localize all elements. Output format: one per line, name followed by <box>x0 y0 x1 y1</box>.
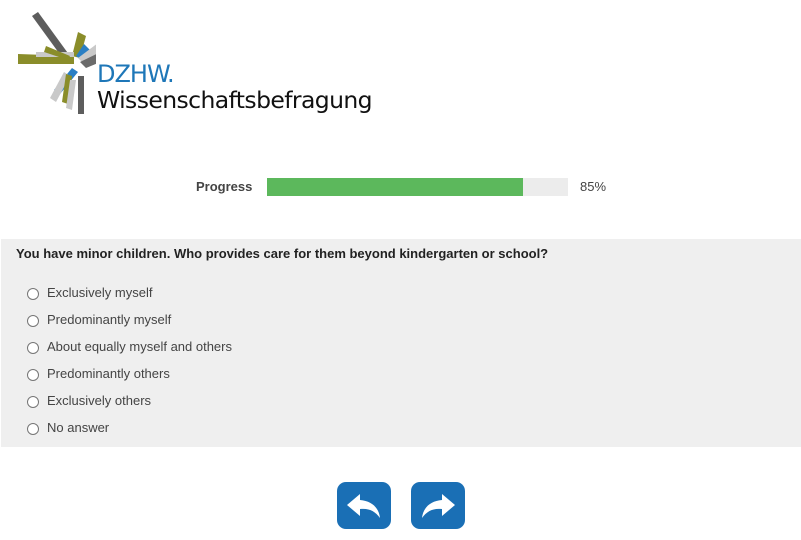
radio-button[interactable] <box>27 341 39 354</box>
option-label: Exclusively others <box>47 393 152 408</box>
radio-button[interactable] <box>27 395 39 408</box>
progress-section: Progress 85% <box>0 176 801 198</box>
option-no-answer[interactable]: No answer <box>27 414 232 441</box>
question-panel: You have minor children. Who provides ca… <box>1 239 801 447</box>
radio-button[interactable] <box>27 287 39 300</box>
option-label: Predominantly others <box>47 366 170 381</box>
option-label: Predominantly myself <box>47 312 172 327</box>
logo-burst-icon <box>18 12 96 114</box>
option-label: Exclusively myself <box>47 285 153 300</box>
forward-arrow-icon <box>422 493 455 518</box>
radio-button[interactable] <box>27 314 39 327</box>
progress-label: Progress <box>196 179 253 194</box>
logo-acronym: DZHW. <box>97 60 175 88</box>
progress-bar <box>267 178 568 196</box>
option-label: About equally myself and others <box>47 339 232 354</box>
option-exclusively-others[interactable]: Exclusively others <box>27 387 232 414</box>
radio-button[interactable] <box>27 368 39 381</box>
back-arrow-icon <box>347 493 380 518</box>
logo-name: Wissenschaftsbefragung <box>97 86 373 114</box>
dzhw-logo: DZHW. Wissenschaftsbefragung <box>16 10 396 120</box>
option-exclusively-myself[interactable]: Exclusively myself <box>27 279 232 306</box>
question-text: You have minor children. Who provides ca… <box>16 246 549 261</box>
answer-options: Exclusively myself Predominantly myself … <box>27 279 232 441</box>
progress-bar-fill <box>267 178 523 196</box>
back-button[interactable] <box>337 482 391 529</box>
option-predominantly-others[interactable]: Predominantly others <box>27 360 232 387</box>
radio-button[interactable] <box>27 422 39 435</box>
progress-percent: 85% <box>580 179 607 194</box>
option-label: No answer <box>47 420 110 435</box>
next-button[interactable] <box>411 482 465 529</box>
option-about-equally[interactable]: About equally myself and others <box>27 333 232 360</box>
option-predominantly-myself[interactable]: Predominantly myself <box>27 306 232 333</box>
